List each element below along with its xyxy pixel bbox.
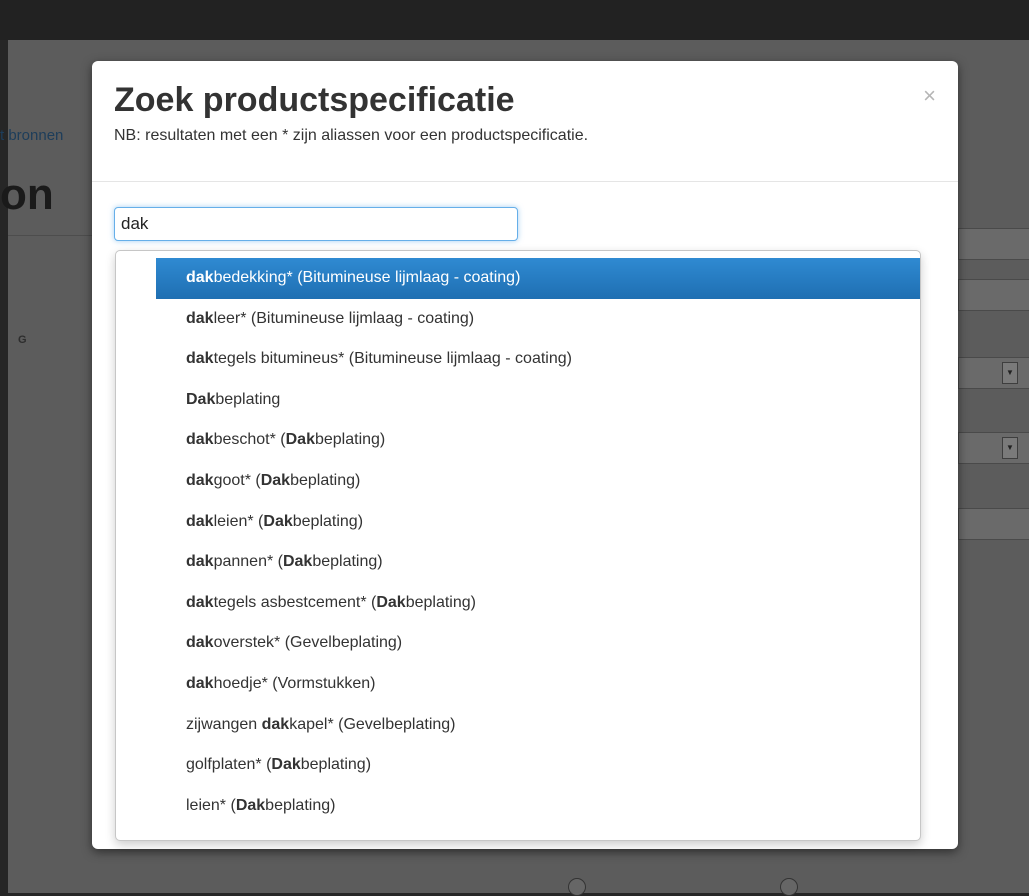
autocomplete-item[interactable]: dakgoot* (Dakbeplating) (156, 461, 920, 502)
autocomplete-item[interactable]: daktegels asbestcement* (Dakbeplating) (156, 583, 920, 624)
item-text: pannen* ( (213, 553, 283, 571)
autocomplete-item[interactable]: dakbeschot* (Dakbeplating) (156, 420, 920, 461)
background-radio (780, 878, 798, 896)
match-highlight: Dak (260, 471, 291, 489)
autocomplete-item[interactable]: daktegels bitumineus* (Bitumineuse lijml… (156, 339, 920, 380)
item-text: beplating (215, 390, 281, 408)
background-radio (568, 878, 586, 896)
match-highlight: dak (186, 553, 214, 571)
autocomplete-item[interactable]: dakpannen* (Dakbeplating) (156, 542, 920, 583)
background-field (958, 279, 1029, 311)
autocomplete-item[interactable]: dakoverstek* (Gevelbeplating) (156, 623, 920, 664)
background-field (958, 228, 1029, 260)
item-text: goot* ( (213, 471, 261, 489)
item-text: beschot* ( (213, 431, 286, 449)
background-breadcrumb-link: t bronnen (0, 127, 64, 144)
item-text: beplating) (405, 593, 476, 611)
modal-header: Zoek productspecificatie NB: resultaten … (92, 61, 958, 182)
background-select-arrow-icon: ▼ (1002, 362, 1018, 384)
autocomplete-item[interactable]: dakbedekking* (Bitumineuse lijmlaag - co… (156, 258, 920, 299)
item-text: overstek* (Gevelbeplating) (213, 634, 403, 652)
autocomplete-item[interactable]: zijwangen dakkapel* (Gevelbeplating) (156, 705, 920, 746)
item-text: beplating) (312, 553, 383, 571)
autocomplete-item[interactable]: dakleien* (Dakbeplating) (156, 502, 920, 543)
match-highlight: Dak (186, 390, 216, 408)
item-text: golfplaten* ( (186, 756, 272, 774)
item-text: beplating) (314, 431, 386, 449)
match-highlight: dak (186, 431, 214, 449)
background-select (958, 432, 1029, 464)
match-highlight: dak (186, 593, 214, 611)
autocomplete-dropdown: dakbedekking* (Bitumineuse lijmlaag - co… (115, 250, 921, 841)
background-page-heading: on (0, 170, 54, 219)
item-text: zijwangen (186, 715, 262, 733)
match-highlight: dak (186, 674, 214, 692)
match-highlight: Dak (263, 512, 293, 530)
background-top-bar (0, 0, 1029, 40)
item-text: beplating) (290, 471, 361, 489)
item-text: bedekking* (Bitumineuse lijmlaag - coati… (213, 269, 521, 286)
item-text: kapel* (Gevelbeplating) (289, 715, 456, 733)
modal-title: Zoek productspecificatie (114, 81, 515, 119)
match-highlight: Dak (271, 756, 301, 774)
match-highlight: dak (186, 512, 214, 530)
item-text: leer* (Bitumineuse lijmlaag - coating) (213, 309, 475, 327)
background-divider (8, 235, 92, 236)
match-highlight: Dak (376, 593, 406, 611)
background-select (958, 357, 1029, 389)
item-text: hoedje* (Vormstukken) (213, 674, 376, 692)
match-highlight: Dak (282, 553, 313, 571)
match-highlight: dak (186, 634, 214, 652)
autocomplete-item[interactable]: dakhoedje* (Vormstukken) (156, 664, 920, 705)
autocomplete-item[interactable]: dakleer* (Bitumineuse lijmlaag - coating… (156, 299, 920, 340)
match-highlight: Dak (285, 431, 315, 449)
background-field (958, 508, 1029, 540)
item-text: beplating) (300, 756, 372, 774)
match-highlight: dak (186, 309, 214, 327)
autocomplete-item[interactable]: golfplaten* (Dakbeplating) (156, 745, 920, 786)
match-highlight: dak (186, 350, 214, 368)
match-highlight: Dak (235, 796, 266, 814)
modal-subtitle: NB: resultaten met een * zijn aliassen v… (114, 127, 589, 144)
match-highlight: dak (261, 715, 290, 733)
match-highlight: dak (186, 269, 214, 286)
item-text: beplating) (292, 512, 364, 530)
autocomplete-item[interactable]: leien* (Dakbeplating) (156, 786, 920, 827)
item-text: beplating) (265, 796, 336, 814)
item-text: leien* ( (186, 796, 236, 814)
close-icon[interactable]: × (923, 85, 936, 107)
match-highlight: dak (186, 471, 214, 489)
search-modal: Zoek productspecificatie NB: resultaten … (92, 61, 958, 849)
background-select-arrow-icon: ▼ (1002, 437, 1018, 459)
search-input[interactable] (114, 207, 518, 241)
autocomplete-item[interactable]: Dakbeplating (156, 380, 920, 421)
item-text: tegels asbestcement* ( (213, 593, 377, 611)
background-form-label: G (18, 334, 27, 346)
item-text: tegels bitumineus* (Bitumineuse lijmlaag… (213, 350, 572, 368)
item-text: leien* ( (213, 512, 264, 530)
